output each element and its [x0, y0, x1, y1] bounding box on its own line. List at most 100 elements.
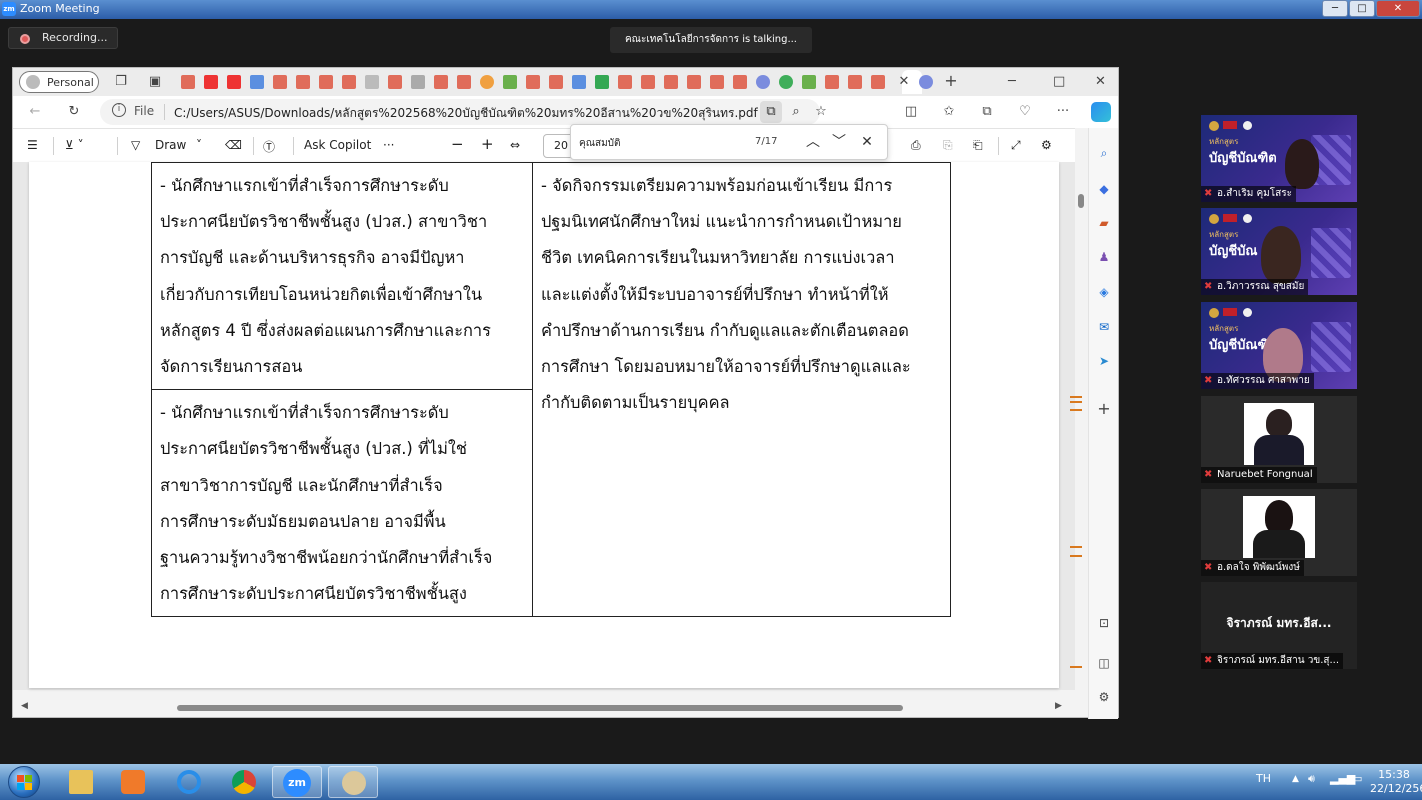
sidebar-toggle-icon[interactable]: ◫: [1095, 654, 1113, 672]
zoom-out-button[interactable]: −: [451, 135, 464, 153]
maximize-button[interactable]: □: [1349, 0, 1375, 17]
find-previous-icon[interactable]: ︿: [803, 132, 823, 152]
workspaces-icon[interactable]: ❐: [113, 74, 129, 90]
tab-docs[interactable]: [572, 75, 586, 89]
settings-more-icon[interactable]: ···: [1055, 104, 1071, 120]
collections-icon[interactable]: ⧉: [979, 104, 995, 120]
pdf-settings-icon[interactable]: ⚙: [1041, 138, 1052, 152]
save-icon[interactable]: ⎘: [943, 138, 953, 153]
battery-icon[interactable]: ▭: [1352, 772, 1362, 785]
zoom-in-button[interactable]: +: [481, 135, 494, 153]
highlight-icon[interactable]: ⊻ ˅: [65, 138, 84, 152]
tab-pdf[interactable]: [641, 75, 655, 89]
save-as-icon[interactable]: ⎗: [973, 138, 983, 153]
browser-minimize-icon[interactable]: ─: [1008, 74, 1016, 89]
find-next-icon[interactable]: ﹀: [829, 132, 849, 152]
tab-youtube[interactable]: [227, 75, 241, 89]
tab-pdf[interactable]: [549, 75, 563, 89]
tab-pdf[interactable]: [319, 75, 333, 89]
language-indicator[interactable]: TH: [1256, 772, 1271, 785]
tab-page[interactable]: [779, 75, 793, 89]
tab-youtube[interactable]: [204, 75, 218, 89]
tab-page[interactable]: [365, 75, 379, 89]
clock[interactable]: 15:38 22/12/2566: [1370, 768, 1422, 796]
scroll-right-icon[interactable]: ▶: [1055, 701, 1062, 711]
games-icon[interactable]: ♟: [1095, 248, 1113, 266]
fullscreen-icon[interactable]: ⤢: [1011, 138, 1021, 153]
browser-maximize-icon[interactable]: □: [1053, 74, 1065, 89]
tab-page[interactable]: [802, 75, 816, 89]
tab-zoom[interactable]: [919, 75, 933, 89]
participant-tile[interactable]: จิราภรณ์ มทร.อีส... ✖ จิราภรณ์ มทร.อีสาน …: [1201, 582, 1357, 669]
tab-pdf[interactable]: [687, 75, 701, 89]
draw-button[interactable]: Draw: [155, 138, 186, 152]
tab-page[interactable]: [411, 75, 425, 89]
outlook-icon[interactable]: ✉: [1095, 318, 1113, 336]
favorites-icon[interactable]: ✩: [941, 104, 957, 120]
tab-actions-icon[interactable]: ▣: [147, 74, 163, 90]
participant-tile[interactable]: หลักสูตร บัญชีบัณ ✖ อ.วิภาวรรณ สุขสมัย: [1201, 208, 1357, 295]
sidebar-settings-icon[interactable]: ⚙: [1095, 688, 1113, 706]
url-text[interactable]: C:/Users/ASUS/Downloads/หลักสูตร%202568%…: [174, 104, 758, 123]
participant-tile[interactable]: หลักสูตร บัญชีบัณฑิต ✖ อ.สำเริม คุมโสระ: [1201, 115, 1357, 202]
address-bar[interactable]: i File C:/Users/ASUS/Downloads/หลักสูตร%…: [100, 99, 827, 125]
start-button[interactable]: [2, 764, 44, 800]
tab-pdf[interactable]: [434, 75, 448, 89]
taskbar-zoom[interactable]: zm: [272, 766, 322, 798]
refresh-icon[interactable]: ↻: [66, 104, 82, 120]
shopping-icon[interactable]: ◆: [1095, 180, 1113, 198]
tab-pdf[interactable]: [825, 75, 839, 89]
contents-icon[interactable]: ☰: [27, 138, 38, 152]
drop-icon[interactable]: ➤: [1095, 352, 1113, 370]
tab-pdf[interactable]: [388, 75, 402, 89]
fit-page-icon[interactable]: ⇔: [510, 138, 520, 152]
tab-pdf[interactable]: [296, 75, 310, 89]
more-tools-button[interactable]: ···: [383, 138, 394, 152]
close-button[interactable]: ✕: [1376, 0, 1420, 17]
tab-pdf[interactable]: [273, 75, 287, 89]
taskbar-explorer[interactable]: [56, 766, 106, 798]
find-in-page-box[interactable]: คุณสมบัติ 7/17 ︿ ﹀ ✕: [570, 124, 888, 160]
vertical-scrollbar[interactable]: [1075, 128, 1087, 696]
zoom-search-icon[interactable]: ⌕: [785, 101, 807, 123]
back-icon[interactable]: ←: [27, 104, 43, 120]
browser-close-icon[interactable]: ✕: [1095, 74, 1106, 89]
close-tab-icon[interactable]: ✕: [896, 74, 912, 90]
taskbar-ie[interactable]: [164, 766, 214, 798]
taskbar-chrome[interactable]: [219, 766, 269, 798]
tab-pdf[interactable]: [526, 75, 540, 89]
taskbar-paint[interactable]: [328, 766, 378, 798]
tab-pdf[interactable]: [181, 75, 195, 89]
minimize-button[interactable]: ─: [1322, 0, 1348, 17]
tab-page[interactable]: [503, 75, 517, 89]
tab-pdf[interactable]: [664, 75, 678, 89]
show-hidden-icons-icon[interactable]: ▲: [1292, 774, 1299, 784]
new-tab-icon[interactable]: +: [943, 73, 959, 89]
print-icon[interactable]: ⎙: [911, 138, 921, 153]
tab-page[interactable]: [480, 75, 494, 89]
tab-pdf[interactable]: [710, 75, 724, 89]
horizontal-scrollbar[interactable]: ◀ ▶: [13, 698, 1075, 716]
tab-pdf[interactable]: [457, 75, 471, 89]
tab-pdf[interactable]: [342, 75, 356, 89]
taskbar-media-player[interactable]: [108, 766, 158, 798]
ask-copilot-button[interactable]: Ask Copilot: [304, 138, 371, 152]
text-icon[interactable]: Ⓣ: [263, 138, 275, 155]
volume-icon[interactable]: 🔊︎: [1308, 772, 1315, 786]
split-screen-icon[interactable]: ◫: [903, 104, 919, 120]
scroll-left-icon[interactable]: ◀: [21, 701, 28, 711]
draw-icon[interactable]: ▽: [131, 138, 140, 152]
recording-indicator[interactable]: Recording...: [8, 27, 118, 49]
scrollbar-thumb[interactable]: [177, 705, 903, 711]
find-input[interactable]: คุณสมบัติ: [579, 136, 621, 151]
tab-docs[interactable]: [250, 75, 264, 89]
info-icon[interactable]: i: [112, 103, 126, 117]
scrollbar-thumb[interactable]: [1078, 194, 1084, 208]
participant-tile[interactable]: ✖ Naruebet Fongnual: [1201, 396, 1357, 483]
read-aloud-icon[interactable]: ⧉: [760, 101, 782, 123]
participant-tile[interactable]: ✖ อ.ดลใจ พิพัฒน์พงษ์: [1201, 489, 1357, 576]
microsoft365-icon[interactable]: ◈: [1095, 283, 1113, 301]
find-close-icon[interactable]: ✕: [857, 132, 877, 152]
profile-button[interactable]: Personal: [19, 71, 99, 93]
participant-tile[interactable]: หลักสูตร บัญชีบัณฑิ ✖ อ.ทัศวรรณ ศาสาพาย: [1201, 302, 1357, 389]
